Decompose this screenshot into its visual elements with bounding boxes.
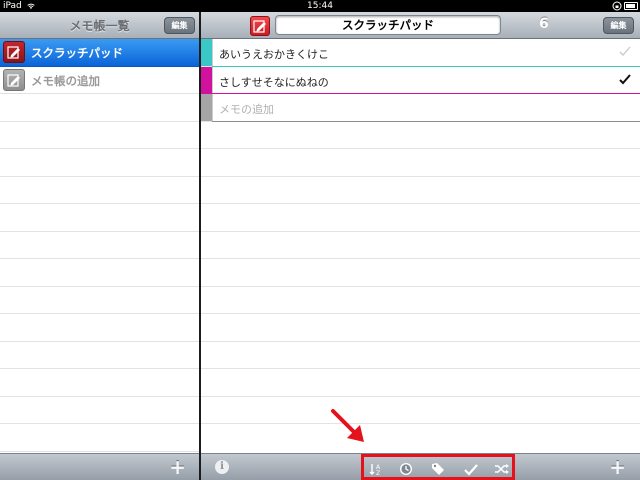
empty-row — [0, 369, 199, 397]
empty-row — [201, 122, 640, 149]
empty-row — [0, 259, 199, 287]
svg-text:Z: Z — [376, 470, 380, 477]
empty-row — [0, 122, 199, 149]
clock-icon[interactable] — [398, 461, 414, 477]
memo-color-tab — [201, 66, 212, 94]
status-bar: iPad 15:44 — [0, 0, 640, 12]
notebook-title-field[interactable]: スクラッチパッド — [275, 15, 501, 35]
notebooks-nav-bar: メモ帳一覧 編集 — [0, 12, 199, 39]
notebooks-list: スクラッチパッド メモ帳の追加 — [0, 39, 199, 452]
memo-edit-button[interactable]: 編集 — [603, 17, 634, 34]
checkmark-icon[interactable] — [618, 44, 632, 58]
empty-row — [0, 232, 199, 259]
empty-row — [0, 204, 199, 232]
memo-color-tab — [201, 39, 212, 66]
empty-row — [0, 287, 199, 314]
empty-row — [201, 342, 640, 369]
notebooks-edit-button[interactable]: 編集 — [164, 17, 195, 34]
notebooks-toolbar: + — [0, 453, 199, 480]
add-notebook-button[interactable]: + — [169, 457, 186, 477]
empty-row — [0, 94, 199, 122]
memo-item[interactable]: さしすせそなにぬねの — [201, 66, 640, 94]
add-memo-placeholder: メモの追加 — [219, 103, 274, 116]
empty-row — [201, 259, 640, 287]
empty-row — [201, 287, 640, 314]
memo-pane: スクラッチパッド 6 編集 あいうえおかきくけこ さしすせそなにぬねの メモの追… — [201, 12, 640, 480]
empty-row — [0, 177, 199, 204]
checkmark-icon[interactable] — [618, 72, 632, 86]
empty-row — [0, 397, 199, 424]
info-button[interactable]: i — [215, 460, 229, 474]
red-arrow-icon — [331, 409, 364, 442]
notebook-item-label: スクラッチパッド — [31, 46, 123, 60]
memo-text: さしすせそなにぬねの — [219, 75, 329, 89]
tools-highlight-box: AZ — [361, 454, 515, 480]
empty-row — [201, 204, 640, 232]
clock: 15:44 — [307, 1, 333, 11]
memo-color-tab — [201, 94, 212, 121]
notebook-item-scratchpad[interactable]: スクラッチパッド — [0, 39, 199, 67]
notebooks-pane: メモ帳一覧 編集 スクラッチパッド メモ帳の追加 + — [0, 12, 199, 480]
empty-row — [0, 342, 199, 369]
memo-count: 6 — [539, 16, 549, 32]
notebook-item-add[interactable]: メモ帳の追加 — [0, 67, 199, 94]
empty-row — [0, 149, 199, 177]
add-memo-row[interactable]: メモの追加 — [201, 94, 640, 122]
memo-toolbar: i AZ + — [201, 453, 640, 480]
memo-edge — [212, 66, 213, 94]
notepad-icon — [3, 41, 25, 63]
empty-row — [0, 424, 199, 452]
empty-row — [201, 369, 640, 397]
memo-nav-bar: スクラッチパッド 6 編集 — [201, 12, 640, 39]
empty-row — [0, 314, 199, 342]
notebook-item-label: メモ帳の追加 — [31, 73, 100, 88]
add-notepad-icon — [3, 68, 25, 91]
memo-text: あいうえおかきくけこ — [219, 48, 329, 61]
check-icon[interactable] — [463, 461, 479, 477]
empty-row — [201, 177, 640, 204]
empty-row — [201, 397, 640, 424]
rotation-lock-icon — [612, 1, 622, 11]
shuffle-icon[interactable] — [494, 461, 510, 477]
notepad-icon[interactable] — [250, 16, 270, 36]
empty-row — [201, 232, 640, 259]
tag-icon[interactable] — [430, 461, 446, 477]
battery-icon — [624, 2, 638, 10]
memo-list: あいうえおかきくけこ さしすせそなにぬねの メモの追加 — [201, 39, 640, 424]
empty-row — [201, 149, 640, 177]
add-memo-button[interactable]: + — [609, 457, 626, 477]
memo-edge — [212, 39, 213, 66]
sort-icon[interactable]: AZ — [368, 461, 384, 477]
memo-edge — [212, 94, 213, 121]
memo-item[interactable]: あいうえおかきくけこ — [201, 39, 640, 67]
empty-row — [201, 314, 640, 342]
